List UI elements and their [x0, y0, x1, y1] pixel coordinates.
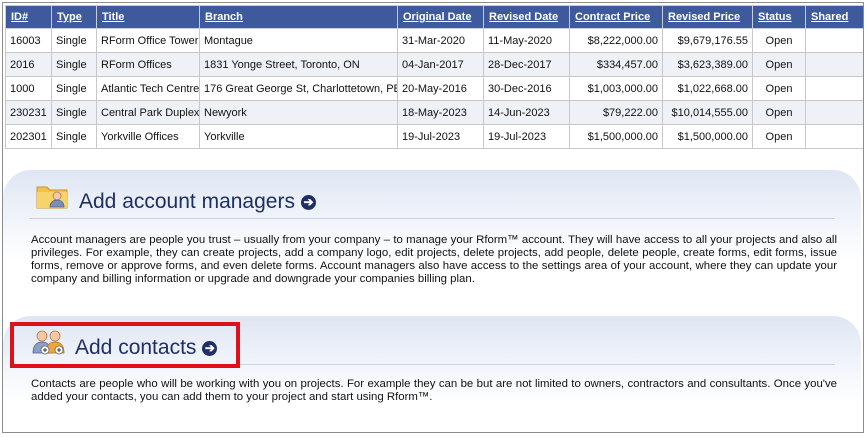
header-revised-date[interactable]: Revised Date	[483, 5, 570, 29]
cell-title[interactable]: Yorkville Offices	[96, 124, 200, 149]
cell-revised-price: $9,679,176.55	[662, 28, 753, 53]
cell-branch: Newyork	[199, 100, 398, 125]
cell-status: Open	[752, 76, 806, 101]
header-status[interactable]: Status	[752, 5, 806, 29]
cell-type: Single	[51, 76, 97, 101]
header-title[interactable]: Title	[96, 5, 200, 29]
cell-id: 1000	[5, 76, 52, 101]
table-row[interactable]: 202301 Single Yorkville Offices Yorkvill…	[5, 124, 863, 149]
account-managers-description: Account managers are people you trust – …	[31, 234, 837, 285]
cell-contract-price: $334,457.00	[569, 52, 663, 77]
header-id[interactable]: ID#	[5, 5, 52, 29]
header-contract-price[interactable]: Contract Price	[569, 5, 663, 29]
cell-status: Open	[752, 28, 806, 53]
cell-shared	[805, 52, 863, 77]
cell-id: 202301	[5, 124, 52, 149]
header-revised-price[interactable]: Revised Price	[662, 5, 753, 29]
cell-contract-price: $1,003,000.00	[569, 76, 663, 101]
table-header-row: ID# Type Title Branch Original Date Revi…	[5, 5, 863, 29]
cell-revised-date: 30-Dec-2016	[483, 76, 570, 101]
cell-revised-price: $1,500,000.00	[662, 124, 753, 149]
table-row[interactable]: 16003 Single RForm Office Tower Montague…	[5, 28, 863, 53]
cell-branch: Yorkville	[199, 124, 398, 149]
cell-revised-date: 28-Dec-2017	[483, 52, 570, 77]
cell-branch: 176 Great George St, Charlottetown, PE	[199, 76, 398, 101]
cell-id: 16003	[5, 28, 52, 53]
cell-shared	[805, 76, 863, 101]
cell-revised-date: 19-Jul-2023	[483, 124, 570, 149]
add-account-managers-title: Add account managers	[79, 190, 295, 213]
cell-shared	[805, 124, 863, 149]
cell-revised-price: $3,623,389.00	[662, 52, 753, 77]
cell-original-date: 18-May-2023	[397, 100, 484, 125]
cell-status: Open	[752, 52, 806, 77]
cell-branch: Montague	[199, 28, 398, 53]
header-branch[interactable]: Branch	[199, 5, 398, 29]
cell-shared	[805, 100, 863, 125]
cell-type: Single	[51, 52, 97, 77]
cell-branch: 1831 Yonge Street, Toronto, ON	[199, 52, 398, 77]
table-row[interactable]: 230231 Single Central Park Duplex Newyor…	[5, 100, 863, 125]
cell-title[interactable]: RForm Offices	[96, 52, 200, 77]
projects-table: ID# Type Title Branch Original Date Revi…	[5, 5, 863, 149]
divider	[239, 364, 835, 365]
cell-revised-price: $1,022,668.00	[662, 76, 753, 101]
cell-shared	[805, 28, 863, 53]
cell-contract-price: $8,222,000.00	[569, 28, 663, 53]
cell-id: 2016	[5, 52, 52, 77]
cell-type: Single	[51, 100, 97, 125]
cell-original-date: 04-Jan-2017	[397, 52, 484, 77]
account-managers-section: Add account managers ➔ Account managers …	[3, 170, 861, 290]
cell-type: Single	[51, 28, 97, 53]
cell-title[interactable]: Atlantic Tech Centre	[96, 76, 200, 101]
cell-original-date: 20-May-2016	[397, 76, 484, 101]
add-account-managers-link[interactable]: Add account managers ➔	[79, 190, 316, 214]
highlight-box	[10, 322, 240, 368]
table-row[interactable]: 1000 Single Atlantic Tech Centre 176 Gre…	[5, 76, 863, 101]
cell-original-date: 19-Jul-2023	[397, 124, 484, 149]
cell-title[interactable]: Central Park Duplex	[96, 100, 200, 125]
header-original-date[interactable]: Original Date	[397, 5, 484, 29]
cell-title[interactable]: RForm Office Tower	[96, 28, 200, 53]
divider	[29, 218, 835, 219]
cell-contract-price: $1,500,000.00	[569, 124, 663, 149]
cell-contract-price: $79,222.00	[569, 100, 663, 125]
cell-revised-date: 14-Jun-2023	[483, 100, 570, 125]
header-type[interactable]: Type	[51, 5, 97, 29]
header-shared[interactable]: Shared	[805, 5, 863, 29]
contacts-description: Contacts are people who will be working …	[31, 378, 837, 403]
cell-status: Open	[752, 124, 806, 149]
cell-revised-price: $10,014,555.00	[662, 100, 753, 125]
arrow-right-icon: ➔	[300, 194, 316, 210]
cell-original-date: 31-Mar-2020	[397, 28, 484, 53]
cell-status: Open	[752, 100, 806, 125]
folder-person-icon	[36, 186, 68, 209]
table-row[interactable]: 2016 Single RForm Offices 1831 Yonge Str…	[5, 52, 863, 77]
cell-type: Single	[51, 124, 97, 149]
cell-id: 230231	[5, 100, 52, 125]
cell-revised-date: 11-May-2020	[483, 28, 570, 53]
